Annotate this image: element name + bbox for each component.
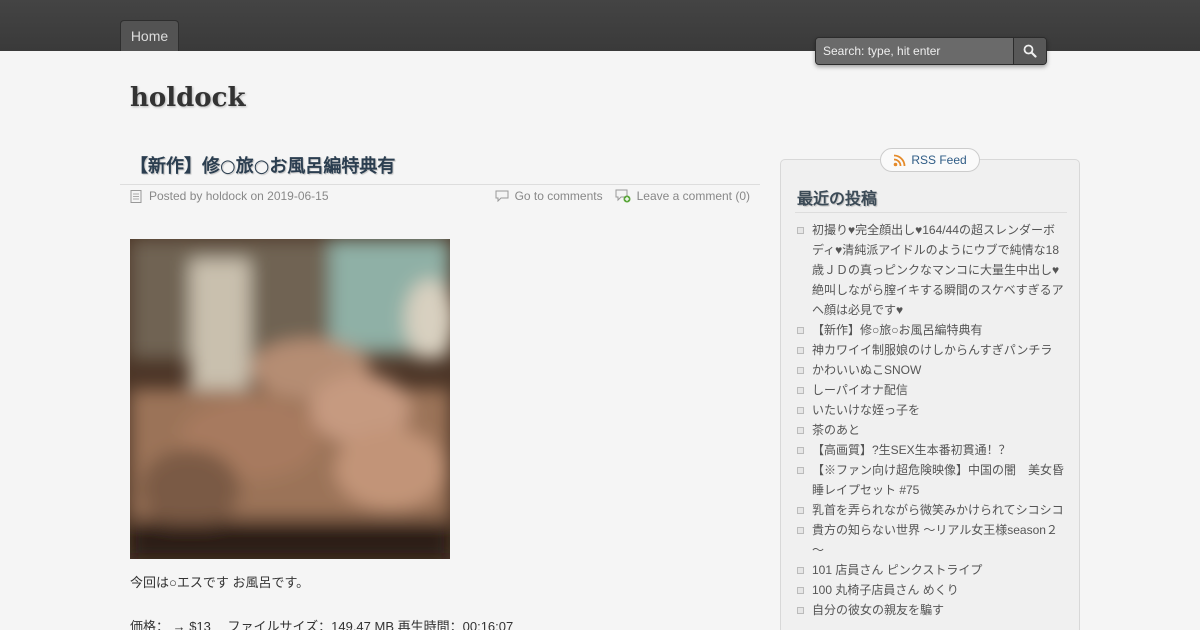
add-comment-icon xyxy=(615,189,631,203)
post-meta: Posted by holdock on 2019-06-15 Go to co… xyxy=(130,189,750,203)
document-icon xyxy=(130,189,142,203)
post-title[interactable]: 【新作】修○旅○お風呂編特典有 xyxy=(130,152,395,178)
recent-post-item[interactable]: 茶のあと xyxy=(796,420,1064,440)
posted-on-label: on xyxy=(250,189,264,203)
recent-post-item[interactable]: いたいけな姪っ子を xyxy=(796,400,1064,420)
recent-post-item[interactable]: 初撮り♥完全顔出し♥164/44の超スレンダーボディ♥清純派アイドルのようにウブ… xyxy=(796,220,1064,320)
recent-posts-list: 初撮り♥完全顔出し♥164/44の超スレンダーボディ♥清純派アイドルのようにウブ… xyxy=(796,220,1064,620)
blurred-photo xyxy=(130,239,450,559)
nav-home-tab[interactable]: Home xyxy=(120,20,179,51)
post-body-text: 今回は○エスです お風呂です。 xyxy=(130,575,310,590)
recent-post-item[interactable]: 自分の彼女の親友を騙す xyxy=(796,600,1064,620)
posted-by-label: Posted by xyxy=(149,189,203,203)
comment-bubble-icon xyxy=(495,190,509,202)
go-to-comments-link[interactable]: Go to comments xyxy=(515,189,603,203)
site-title[interactable]: holdock xyxy=(130,83,246,113)
recent-post-item[interactable]: 【新作】修○旅○お風呂編特典有 xyxy=(796,320,1064,340)
rss-feed-button[interactable]: RSS Feed xyxy=(880,148,980,172)
search-button[interactable] xyxy=(1013,38,1046,64)
search-input[interactable] xyxy=(816,38,1013,64)
post-date: 2019-06-15 xyxy=(267,189,329,203)
recent-post-item[interactable]: 神カワイイ制服娘のけしからんすぎパンチラ xyxy=(796,340,1064,360)
rss-feed-label: RSS Feed xyxy=(911,153,967,167)
leave-comment-link[interactable]: Leave a comment (0) xyxy=(637,189,750,203)
post-author[interactable]: holdock xyxy=(206,189,247,203)
recent-post-item[interactable]: かわいいぬこSNOW xyxy=(796,360,1064,380)
magnifier-icon xyxy=(1023,44,1037,58)
recent-post-item[interactable]: 101 店員さん ピンクストライプ xyxy=(796,560,1064,580)
recent-posts-title: 最近の投稿 xyxy=(797,189,878,208)
post-title-divider xyxy=(120,184,760,185)
recent-post-item[interactable]: 100 丸椅子店員さん めくり xyxy=(796,580,1064,600)
post-featured-image[interactable] xyxy=(130,239,450,559)
recent-post-item[interactable]: 貴方の知らない世界 ～リアル女王様season２～ xyxy=(796,520,1064,560)
search-box xyxy=(815,37,1047,65)
recent-post-item[interactable]: 乳首を弄られながら微笑みかけられてシコシコ xyxy=(796,500,1064,520)
widget-title-divider xyxy=(795,212,1067,213)
recent-post-item[interactable]: 【※ファン向け超危険映像】中国の闇 美女昏睡レイプセット #75 xyxy=(796,460,1064,500)
recent-post-item[interactable]: しーパイオナ配信 xyxy=(796,380,1064,400)
rss-icon xyxy=(894,154,906,166)
post-info-text: 価格： → $13 ファイルサイズ：149.47 MB 再生時間：00:16:0… xyxy=(130,619,514,630)
recent-post-item[interactable]: 【高画質】?生SEX生本番初貫通！？ xyxy=(796,440,1064,460)
